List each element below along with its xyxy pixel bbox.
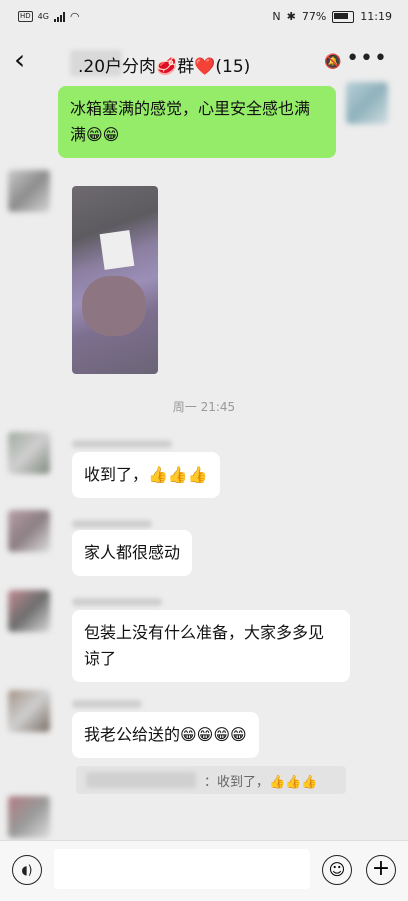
avatar[interactable] <box>8 796 50 838</box>
sender-name <box>72 440 172 448</box>
clock: 11:19 <box>360 10 392 23</box>
input-bar: ◖) ☺ + <box>0 840 408 901</box>
chat-header: ‹ .20户分肉🥩群❤️(15) 🔕 ••• <box>0 34 408 90</box>
sender-name <box>72 598 162 606</box>
quote-sender-redaction <box>86 772 196 788</box>
bluetooth-icon: ✱ <box>286 10 296 23</box>
message-bubble: 家人都很感动 <box>72 530 193 576</box>
avatar[interactable] <box>8 170 50 212</box>
hd-badge: HD <box>18 11 33 22</box>
more-dots-icon[interactable]: ••• <box>346 46 388 71</box>
message-bubble: 我老公给送的😁😁😁😁 <box>72 712 259 758</box>
avatar[interactable] <box>8 590 50 632</box>
battery-level: 77% <box>301 10 327 23</box>
image-message[interactable] <box>72 186 158 374</box>
wifi-icon: ◠ <box>69 10 80 23</box>
chat-title: .20户分肉🥩群❤️(15) <box>78 57 251 77</box>
quoted-message[interactable]: ：收到了，👍👍👍 <box>76 766 346 794</box>
avatar[interactable] <box>346 82 388 124</box>
emoji-icon[interactable]: ☺ <box>322 855 352 885</box>
sender-name <box>72 700 142 708</box>
nfc-icon: N <box>272 10 281 23</box>
network-gen: 4G <box>37 12 49 21</box>
message-bubble: 包装上没有什么准备，大家多多见谅了 <box>72 610 350 682</box>
avatar[interactable] <box>8 432 50 474</box>
avatar[interactable] <box>8 510 50 552</box>
message-input[interactable] <box>54 849 310 889</box>
plus-icon[interactable]: + <box>366 855 396 885</box>
avatar[interactable] <box>8 690 50 732</box>
photo-meat <box>82 276 146 336</box>
timestamp: 周一 21:45 <box>172 400 236 414</box>
message-bubble: 冰箱塞满的感觉，心里安全感也满满😁😁 <box>58 86 336 158</box>
battery-icon <box>332 10 355 23</box>
message-bubble: 收到了，👍👍👍 <box>72 452 220 498</box>
photo-label <box>99 230 135 270</box>
sender-name <box>72 520 152 528</box>
status-bar: HD 4G ◠ N ✱ 77% 11:19 <box>0 0 408 34</box>
bell-off-icon: 🔕 <box>324 54 342 70</box>
back-icon[interactable]: ‹ <box>14 46 25 74</box>
signal-icon <box>53 11 65 22</box>
voice-icon[interactable]: ◖) <box>12 855 42 885</box>
quote-text: ：收到了，👍👍👍 <box>204 775 318 790</box>
